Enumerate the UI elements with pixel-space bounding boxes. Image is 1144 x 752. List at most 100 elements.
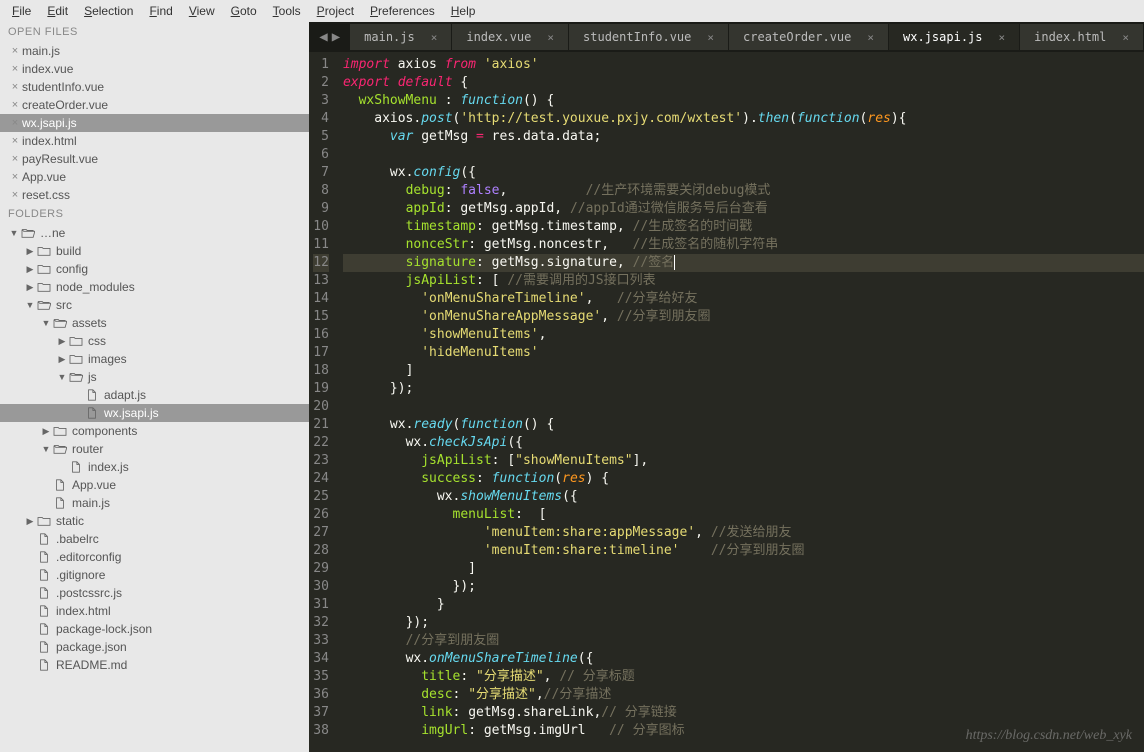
code-line[interactable]: wxShowMenu : function() { — [343, 92, 1144, 110]
expand-icon[interactable]: ▶ — [24, 516, 36, 527]
code-line[interactable]: link: getMsg.shareLink,// 分享链接 — [343, 704, 1144, 722]
folder-item[interactable]: ▼…ne — [0, 224, 309, 242]
code-line[interactable]: }); — [343, 614, 1144, 632]
close-icon[interactable]: × — [8, 117, 22, 129]
code-line[interactable]: wx.checkJsApi({ — [343, 434, 1144, 452]
expand-icon[interactable]: ▼ — [8, 228, 20, 238]
file-item[interactable]: wx.jsapi.js — [0, 404, 309, 422]
code-line[interactable]: jsApiList: ["showMenuItems"], — [343, 452, 1144, 470]
close-icon[interactable]: × — [431, 31, 438, 44]
close-icon[interactable]: × — [547, 31, 554, 44]
close-icon[interactable]: × — [999, 31, 1006, 44]
menu-find[interactable]: Find — [141, 2, 180, 20]
code-area[interactable]: 1234567891011121314151617181920212223242… — [309, 52, 1144, 752]
menu-help[interactable]: Help — [443, 2, 484, 20]
file-item[interactable]: adapt.js — [0, 386, 309, 404]
close-icon[interactable]: × — [8, 171, 22, 183]
code-line[interactable]: var getMsg = res.data.data; — [343, 128, 1144, 146]
folder-item[interactable]: ▶static — [0, 512, 309, 530]
folder-item[interactable]: ▶config — [0, 260, 309, 278]
tab[interactable]: createOrder.vue× — [729, 24, 889, 50]
folder-item[interactable]: ▼assets — [0, 314, 309, 332]
folder-item[interactable]: ▶build — [0, 242, 309, 260]
code-line[interactable]: }); — [343, 578, 1144, 596]
file-item[interactable]: package.json — [0, 638, 309, 656]
expand-icon[interactable]: ▶ — [24, 282, 36, 293]
open-file-item[interactable]: ×createOrder.vue — [0, 96, 309, 114]
close-icon[interactable]: × — [1122, 31, 1129, 44]
folder-item[interactable]: ▶images — [0, 350, 309, 368]
expand-icon[interactable]: ▶ — [24, 264, 36, 275]
open-file-item[interactable]: ×reset.css — [0, 186, 309, 204]
code-line[interactable]: nonceStr: getMsg.noncestr, //生成签名的随机字符串 — [343, 236, 1144, 254]
code-line[interactable] — [343, 398, 1144, 416]
folder-item[interactable]: ▶components — [0, 422, 309, 440]
open-file-item[interactable]: ×index.html — [0, 132, 309, 150]
folder-item[interactable]: ▼src — [0, 296, 309, 314]
tab[interactable]: index.vue× — [452, 24, 569, 50]
code-line[interactable] — [343, 146, 1144, 164]
code-line[interactable]: 'onMenuShareTimeline', //分享给好友 — [343, 290, 1144, 308]
code-line[interactable]: 'menuItem:share:timeline' //分享到朋友圈 — [343, 542, 1144, 560]
expand-icon[interactable]: ▼ — [40, 318, 52, 328]
menu-goto[interactable]: Goto — [223, 2, 265, 20]
expand-icon[interactable]: ▼ — [56, 372, 68, 382]
code-line[interactable]: appId: getMsg.appId, //appId通过微信服务号后台查看 — [343, 200, 1144, 218]
code-line[interactable]: 'onMenuShareAppMessage', //分享到朋友圈 — [343, 308, 1144, 326]
tab[interactable]: index.html× — [1020, 24, 1144, 50]
menu-preferences[interactable]: Preferences — [362, 2, 443, 20]
open-file-item[interactable]: ×main.js — [0, 42, 309, 60]
expand-icon[interactable]: ▶ — [40, 426, 52, 437]
code-line[interactable]: wx.onMenuShareTimeline({ — [343, 650, 1144, 668]
code-line[interactable]: 'menuItem:share:appMessage', //发送给朋友 — [343, 524, 1144, 542]
folder-item[interactable]: ▼js — [0, 368, 309, 386]
close-icon[interactable]: × — [8, 81, 22, 93]
code-line[interactable]: success: function(res) { — [343, 470, 1144, 488]
file-item[interactable]: package-lock.json — [0, 620, 309, 638]
close-icon[interactable]: × — [8, 99, 22, 111]
nav-back-icon[interactable]: ◀ — [317, 29, 329, 45]
code-line[interactable]: signature: getMsg.signature, //签名 — [343, 254, 1144, 272]
code-line[interactable]: menuList: [ — [343, 506, 1144, 524]
open-file-item[interactable]: ×wx.jsapi.js — [0, 114, 309, 132]
close-icon[interactable]: × — [8, 63, 22, 75]
code-line[interactable]: } — [343, 596, 1144, 614]
code-line[interactable]: import axios from 'axios' — [343, 56, 1144, 74]
open-file-item[interactable]: ×studentInfo.vue — [0, 78, 309, 96]
close-icon[interactable]: × — [8, 45, 22, 57]
folder-item[interactable]: ▶node_modules — [0, 278, 309, 296]
menu-file[interactable]: File — [4, 2, 39, 20]
menu-tools[interactable]: Tools — [265, 2, 309, 20]
expand-icon[interactable]: ▼ — [24, 300, 36, 310]
code-line[interactable]: title: "分享描述", // 分享标题 — [343, 668, 1144, 686]
expand-icon[interactable]: ▶ — [24, 246, 36, 257]
menu-selection[interactable]: Selection — [76, 2, 141, 20]
open-file-item[interactable]: ×payResult.vue — [0, 150, 309, 168]
close-icon[interactable]: × — [8, 189, 22, 201]
folder-item[interactable]: ▼router — [0, 440, 309, 458]
code-line[interactable]: 'hideMenuItems' — [343, 344, 1144, 362]
close-icon[interactable]: × — [707, 31, 714, 44]
tab[interactable]: wx.jsapi.js× — [889, 24, 1020, 50]
code-line[interactable]: ] — [343, 560, 1144, 578]
file-item[interactable]: README.md — [0, 656, 309, 674]
code-line[interactable]: wx.ready(function() { — [343, 416, 1144, 434]
code-line[interactable]: ] — [343, 362, 1144, 380]
tab[interactable]: main.js× — [350, 24, 452, 50]
nav-forward-icon[interactable]: ▶ — [330, 29, 342, 45]
file-item[interactable]: .editorconfig — [0, 548, 309, 566]
file-item[interactable]: main.js — [0, 494, 309, 512]
close-icon[interactable]: × — [867, 31, 874, 44]
menu-project[interactable]: Project — [309, 2, 362, 20]
code-line[interactable]: axios.post('http://test.youxue.pxjy.com/… — [343, 110, 1144, 128]
code-line[interactable]: //分享到朋友圈 — [343, 632, 1144, 650]
file-item[interactable]: .gitignore — [0, 566, 309, 584]
menu-view[interactable]: View — [181, 2, 223, 20]
code-line[interactable]: export default { — [343, 74, 1144, 92]
code-line[interactable]: timestamp: getMsg.timestamp, //生成签名的时间戳 — [343, 218, 1144, 236]
code-line[interactable]: jsApiList: [ //需要调用的JS接口列表 — [343, 272, 1144, 290]
open-file-item[interactable]: ×index.vue — [0, 60, 309, 78]
code-content[interactable]: import axios from 'axios'export default … — [343, 52, 1144, 752]
code-line[interactable]: wx.config({ — [343, 164, 1144, 182]
code-line[interactable]: debug: false, //生产环境需要关闭debug模式 — [343, 182, 1144, 200]
